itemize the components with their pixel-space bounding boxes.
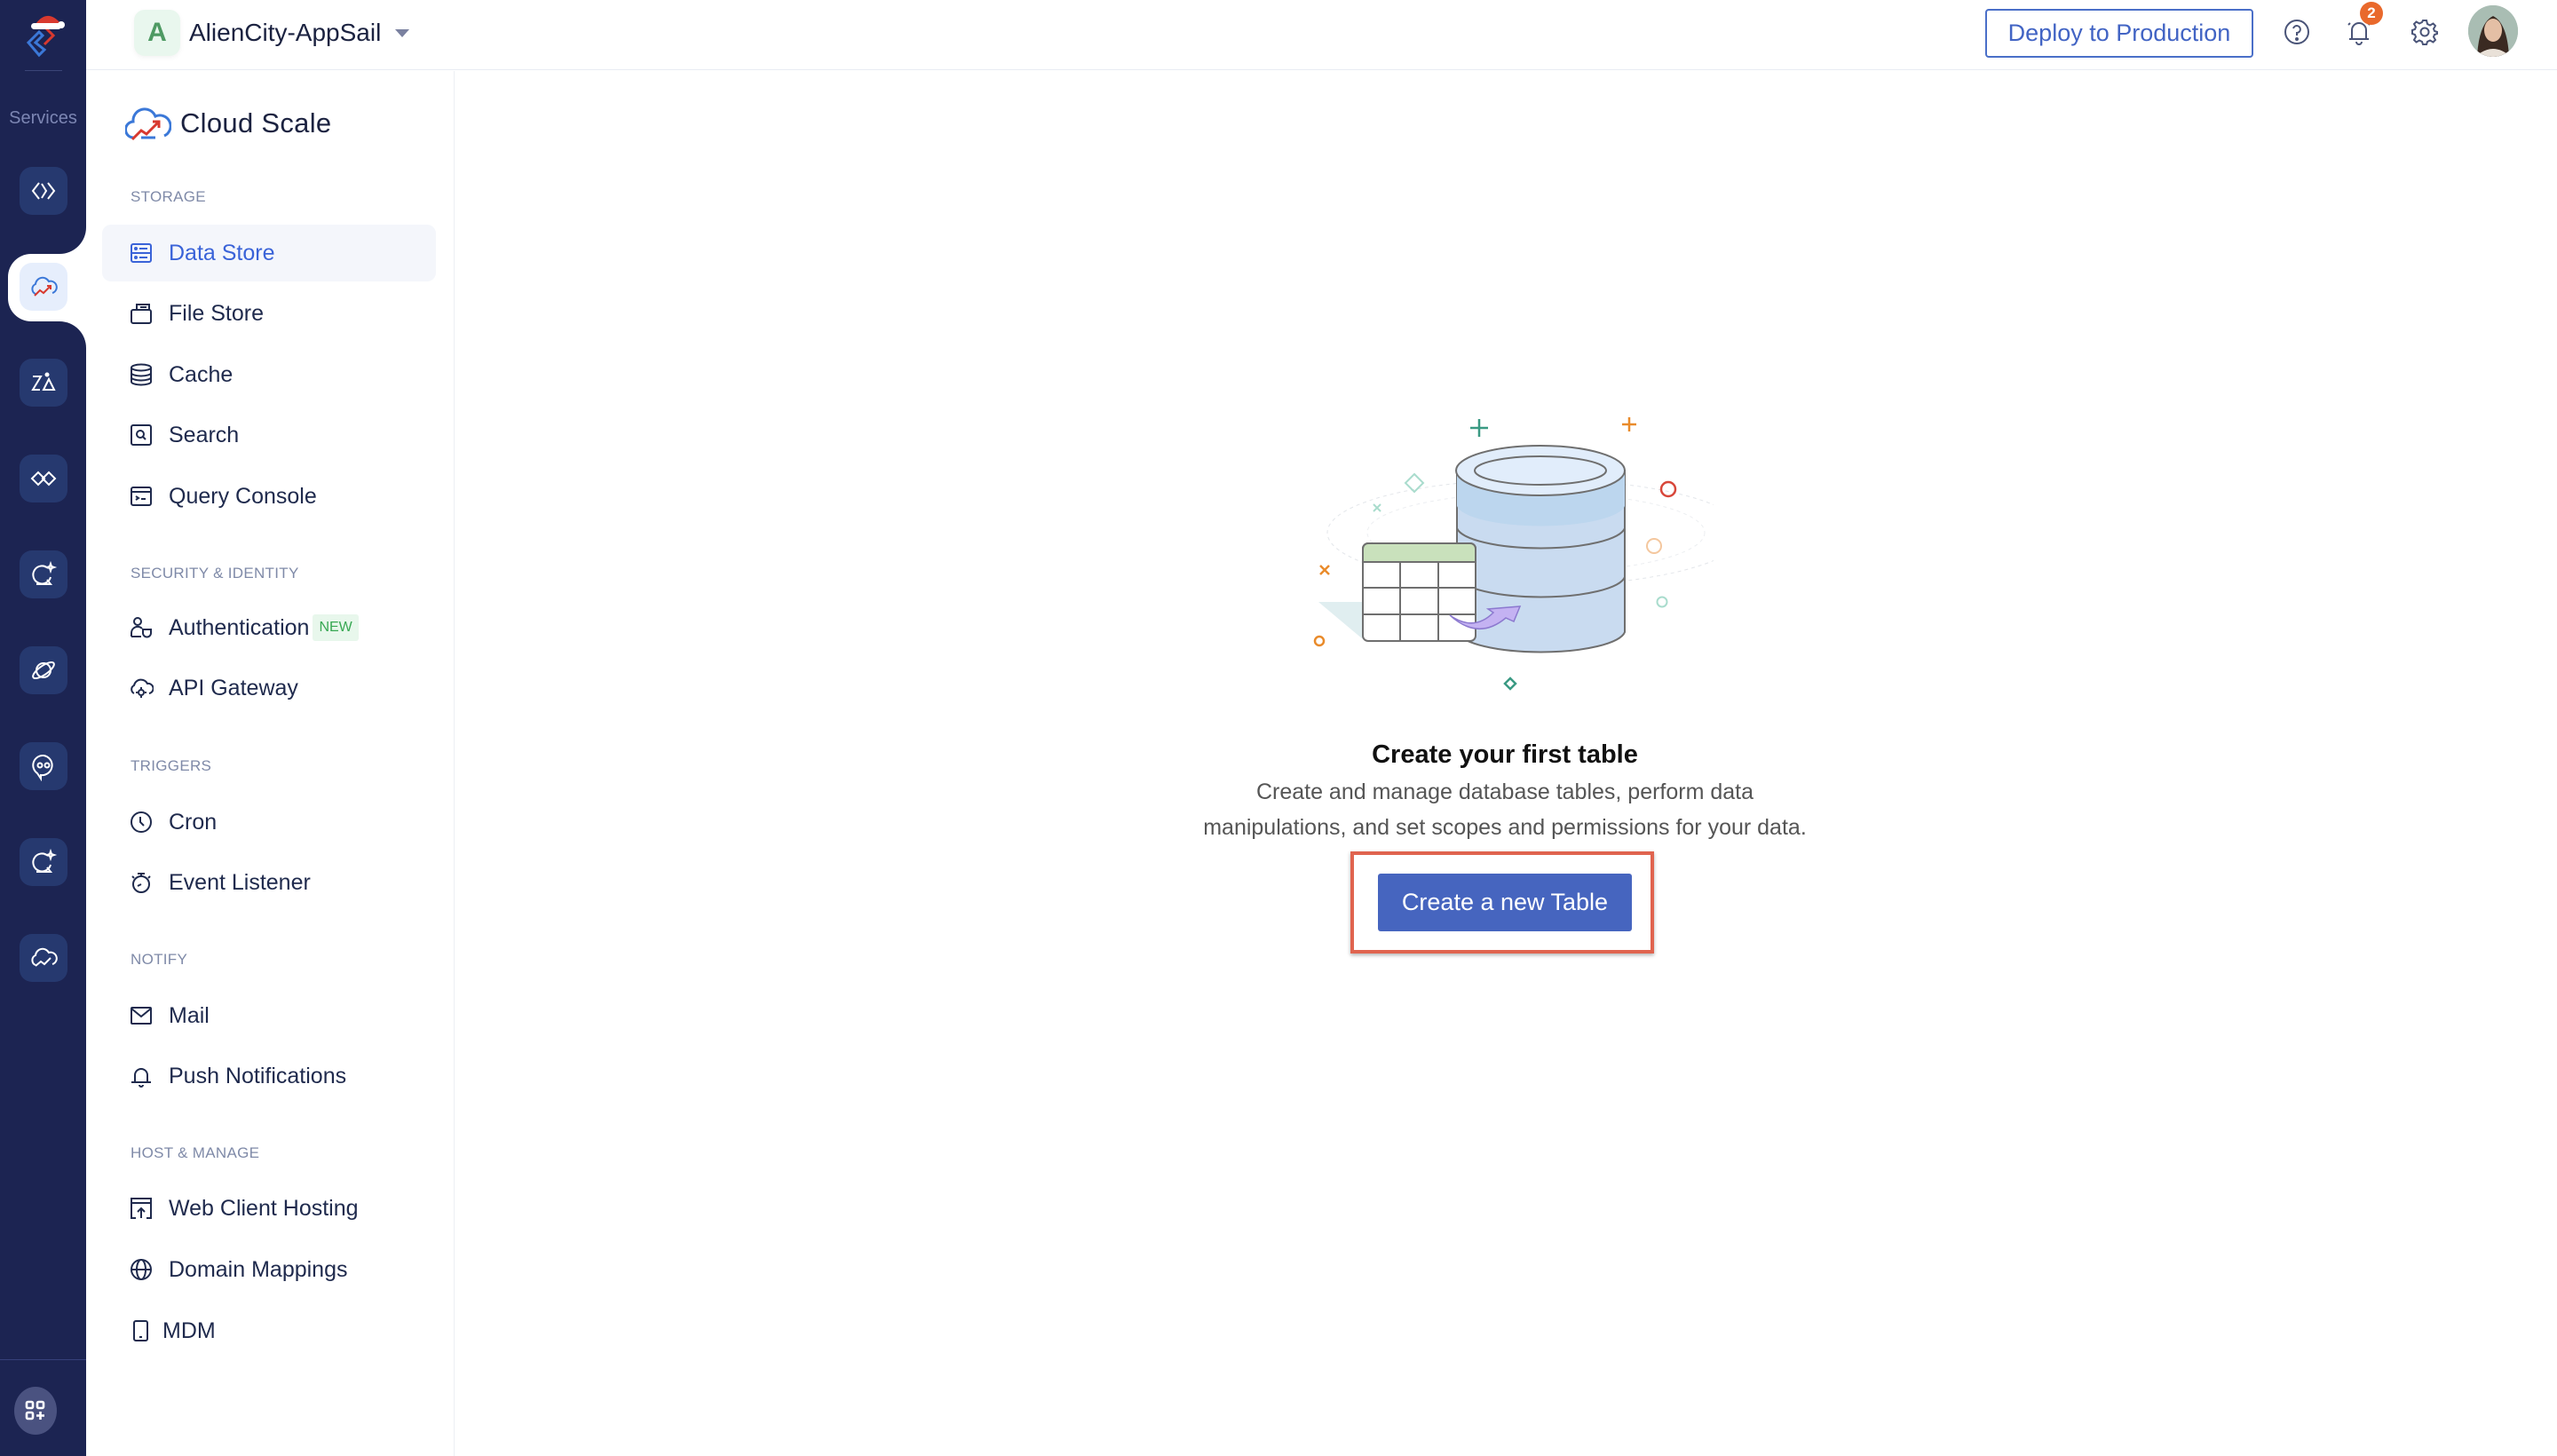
caret-down-icon: [395, 28, 410, 37]
rail-divider: [0, 1359, 86, 1360]
sidebar-item-label: MDM: [162, 1318, 216, 1343]
database-illustration: [1313, 417, 1714, 691]
code-brackets-icon: [31, 182, 56, 200]
top-header: A AlienCity-AppSail Deploy to Production…: [86, 0, 2557, 70]
catalyst-logo-icon[interactable]: [20, 7, 69, 60]
new-badge: NEW: [313, 614, 359, 641]
apps-plus-icon: [25, 1400, 45, 1420]
section-label-storage: STORAGE: [131, 188, 206, 205]
help-icon[interactable]: [2281, 16, 2313, 48]
sidebar-item-mail[interactable]: Mail: [102, 987, 436, 1044]
cache-icon: [129, 362, 154, 387]
sidebar-item-label: Query Console: [169, 483, 317, 509]
rail-notch: [53, 226, 86, 254]
rail-item-devops[interactable]: [20, 646, 67, 694]
data-store-icon: [129, 241, 154, 265]
zia-icon: [31, 372, 56, 391]
rail-item-code[interactable]: [20, 167, 67, 215]
rail-item-signals[interactable]: [20, 838, 67, 886]
sidebar-item-data-store[interactable]: Data Store: [102, 225, 436, 281]
create-new-table-button[interactable]: Create a new Table: [1378, 874, 1632, 931]
cloud-scale-sidebar: Cloud Scale STORAGE Data Store File Stor…: [86, 71, 455, 1456]
user-shield-icon: [129, 615, 154, 640]
sidebar-item-authentication[interactable]: Authentication NEW: [102, 599, 436, 656]
sidebar-item-push-notifications[interactable]: Push Notifications: [102, 1048, 436, 1104]
notification-count-badge: 2: [2360, 2, 2383, 25]
cloud-scale-logo-icon: [125, 107, 171, 141]
sidebar-item-label: Event Listener: [169, 869, 311, 895]
sidebar-item-cache[interactable]: Cache: [102, 346, 436, 403]
planet-icon: [32, 661, 55, 680]
sidebar-title-text: Cloud Scale: [180, 107, 332, 138]
sidebar-item-cron[interactable]: Cron: [102, 794, 436, 851]
console-icon: [129, 484, 154, 509]
file-store-icon: [129, 301, 154, 326]
sidebar-item-label: File Store: [169, 300, 264, 326]
empty-state-description: Create and manage database tables, perfo…: [1150, 774, 1860, 845]
empty-state-description-line: manipulations, and set scopes and permis…: [1203, 815, 1807, 840]
chat-bot-icon: [32, 754, 53, 781]
section-label-security: SECURITY & IDENTITY: [131, 565, 299, 582]
sidebar-item-label: Push Notifications: [169, 1063, 347, 1088]
sidebar-item-label: Domain Mappings: [169, 1256, 348, 1282]
search-icon: [129, 423, 154, 447]
content-panel: [86, 0, 2557, 1456]
section-label-triggers: TRIGGERS: [131, 757, 212, 774]
sidebar-item-label: Web Client Hosting: [169, 1195, 359, 1221]
services-label: Services: [9, 108, 77, 128]
section-label-host-manage: HOST & MANAGE: [131, 1144, 260, 1161]
sidebar-item-event-listener[interactable]: Event Listener: [102, 854, 436, 911]
sidebar-item-label: Cron: [169, 809, 218, 835]
upload-window-icon: [129, 1196, 154, 1221]
cloud-gear-icon: [129, 676, 154, 700]
sidebar-item-label: Authentication: [169, 614, 310, 640]
sidebar-item-search[interactable]: Search: [102, 407, 436, 463]
sidebar-item-api-gateway[interactable]: API Gateway: [102, 660, 436, 716]
crystal-ball-icon: [32, 560, 58, 585]
user-avatar[interactable]: [2468, 5, 2518, 57]
sidebar-item-label: Search: [169, 422, 240, 447]
cloud-scale-icon: [31, 276, 58, 297]
section-label-notify: NOTIFY: [131, 951, 188, 968]
user-photo-icon: [2468, 5, 2518, 57]
clock-icon: [129, 810, 154, 835]
stopwatch-icon: [129, 870, 154, 895]
sidebar-item-label: Cache: [169, 361, 234, 387]
rail-item-cloud-scale[interactable]: [20, 263, 67, 311]
sidebar-item-label: API Gateway: [169, 675, 298, 700]
mail-icon: [129, 1003, 154, 1028]
bell-icon: [129, 1064, 154, 1088]
sidebar-item-mdm[interactable]: MDM: [102, 1302, 436, 1359]
deploy-to-production-button[interactable]: Deploy to Production: [1985, 9, 2253, 58]
crystal-ball-icon: [32, 848, 58, 873]
rail-item-quickml[interactable]: [20, 550, 67, 598]
cloud-trend-icon: [31, 947, 58, 967]
sidebar-item-label: Mail: [169, 1002, 210, 1028]
rail-notch: [53, 321, 86, 350]
project-avatar: A: [134, 10, 180, 56]
globe-icon: [129, 1257, 154, 1282]
handshake-icon: [30, 471, 57, 487]
empty-state-description-line: Create and manage database tables, perfo…: [1255, 779, 1754, 804]
rail-item-integrations[interactable]: [20, 455, 67, 502]
sidebar-item-label: Data Store: [169, 240, 275, 265]
rail-item-zia[interactable]: [20, 359, 67, 407]
rail-item-cloud[interactable]: [20, 934, 67, 982]
sidebar-item-query-console[interactable]: Query Console: [102, 468, 436, 525]
sidebar-title: Cloud Scale: [125, 104, 331, 143]
project-switcher[interactable]: A AlienCity-AppSail: [134, 10, 410, 56]
sidebar-item-domain-mappings[interactable]: Domain Mappings: [102, 1241, 436, 1298]
add-apps-button[interactable]: [14, 1387, 57, 1435]
gear-icon[interactable]: [2409, 16, 2441, 48]
sidebar-item-web-client-hosting[interactable]: Web Client Hosting: [102, 1180, 436, 1237]
rail-divider: [25, 70, 62, 71]
service-rail: Services: [0, 0, 97, 1456]
rail-item-smartbrowz[interactable]: [20, 742, 67, 790]
empty-state-title: Create your first table: [1372, 740, 1638, 769]
sidebar-item-file-store[interactable]: File Store: [102, 285, 436, 342]
project-name: AlienCity-AppSail: [189, 19, 382, 46]
mobile-icon: [129, 1318, 154, 1343]
